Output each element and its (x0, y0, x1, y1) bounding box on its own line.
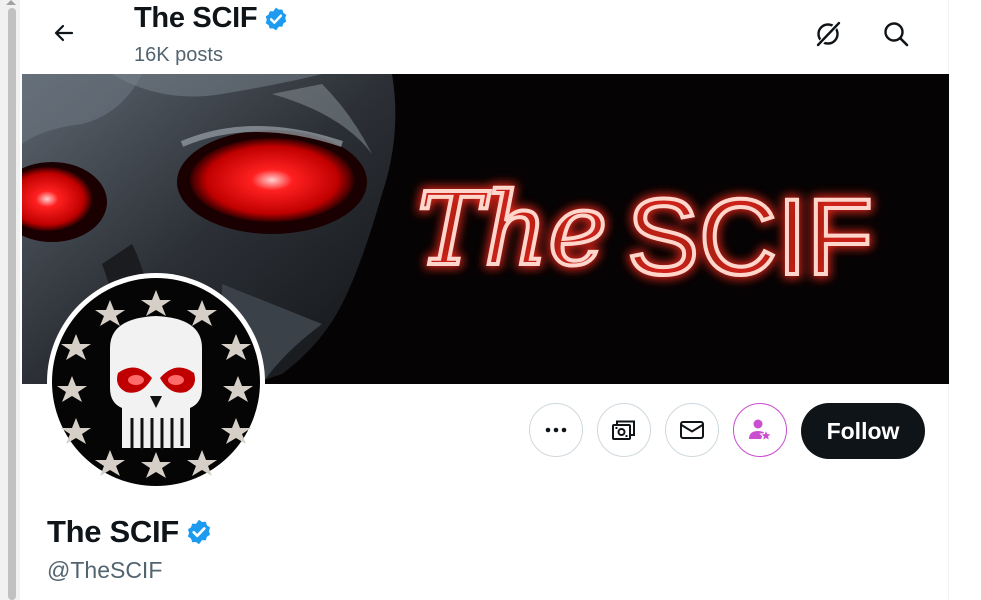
subscribe-to-user-button[interactable] (733, 403, 787, 457)
more-options-button[interactable] (529, 403, 583, 457)
header-title: The SCIF (134, 2, 289, 35)
display-name-text: The SCIF (47, 514, 179, 549)
scrollbar-thumb[interactable] (8, 8, 16, 600)
follow-button[interactable]: Follow (801, 403, 925, 459)
grok-button[interactable] (808, 14, 848, 54)
banner-neon-the: The (417, 171, 607, 288)
money-stack-icon (612, 420, 635, 440)
banner-neon-scif: SCIF (627, 176, 873, 297)
verified-badge-icon[interactable] (185, 518, 213, 546)
search-button[interactable] (876, 14, 916, 54)
page-scrollbar[interactable] (0, 0, 20, 600)
search-icon (884, 22, 909, 47)
profile-avatar[interactable] (47, 273, 265, 491)
back-button[interactable] (44, 13, 84, 53)
profile-header-bar: The SCIF 16K posts (20, 0, 948, 74)
person-star-icon (749, 419, 773, 442)
post-count: 16K posts (134, 44, 223, 66)
profile-handle: @TheSCIF (47, 557, 163, 583)
header-title-text: The SCIF (134, 2, 258, 34)
scroll-up-arrow[interactable] (6, 0, 16, 5)
skull-stars-avatar-image (52, 278, 260, 486)
verified-badge-icon (263, 6, 289, 32)
message-button[interactable] (665, 403, 719, 457)
envelope-icon (680, 421, 704, 439)
back-arrow-icon (54, 24, 74, 42)
grok-icon (816, 20, 841, 48)
profile-display-name: The SCIF (47, 514, 213, 550)
subscribe-button[interactable] (597, 403, 651, 457)
more-dots-icon (545, 427, 567, 433)
